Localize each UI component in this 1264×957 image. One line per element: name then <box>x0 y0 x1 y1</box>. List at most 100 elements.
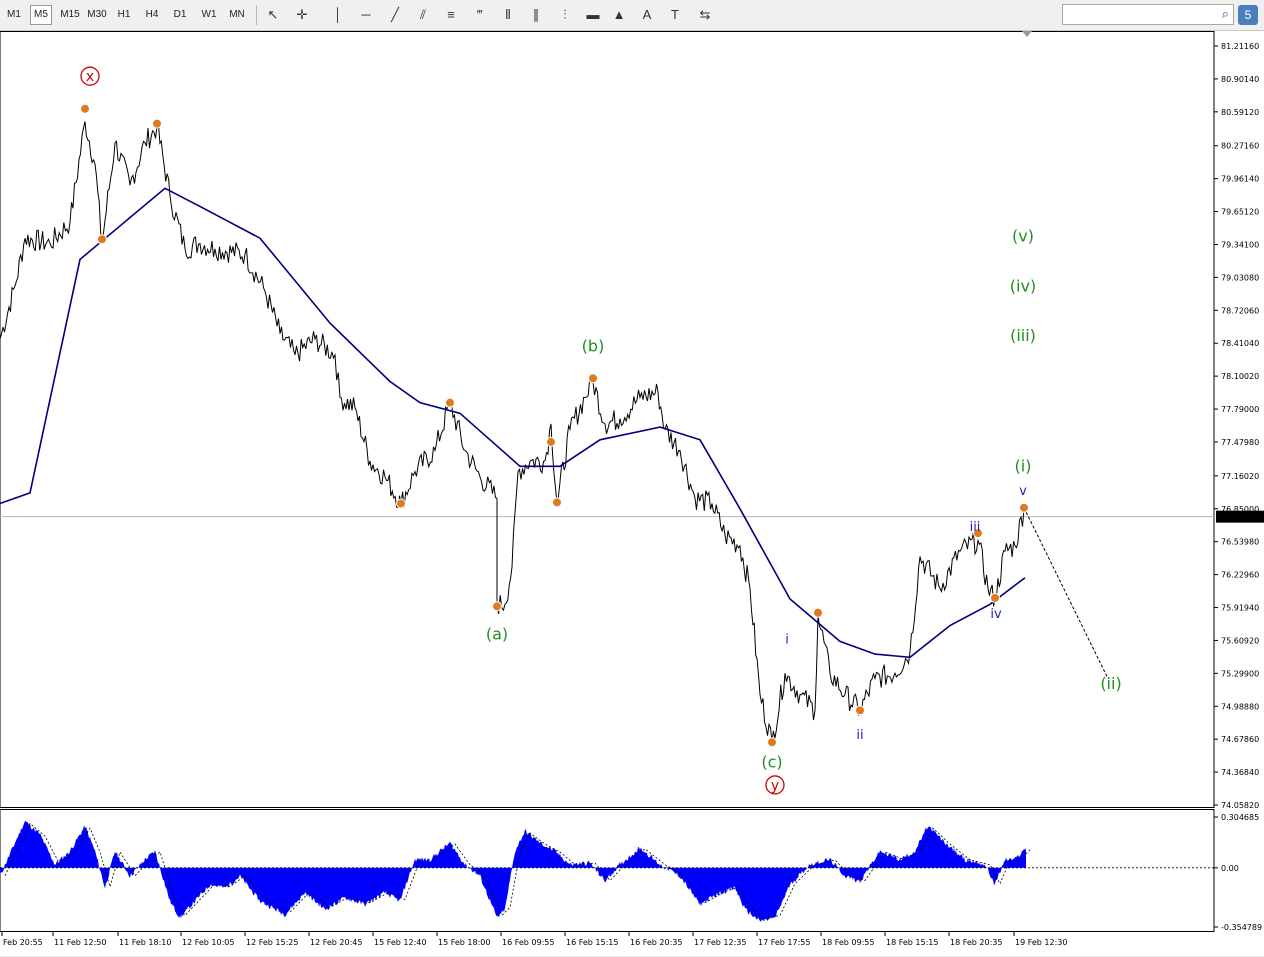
time-axis-label: 16 Feb 09:55 <box>502 938 554 947</box>
price-axis-label: 74.05820 <box>1221 801 1259 810</box>
wave-label: ii <box>856 728 863 743</box>
account-icon[interactable]: 5 <box>1238 5 1258 25</box>
price-axis-label: 74.36840 <box>1221 768 1259 777</box>
pivot-marker <box>97 234 107 245</box>
price-axis-label: 80.90140 <box>1221 75 1259 84</box>
timeframe-h1-button[interactable]: H1 <box>113 5 135 25</box>
oscillator-axis-label: -0.354789 <box>1221 923 1262 932</box>
pivot-marker <box>492 601 502 612</box>
fibonacci-fan-icon[interactable]: ‴ <box>470 5 490 25</box>
time-axis-label: 18 Feb 20:35 <box>950 938 1002 947</box>
time-axis-label: 16 Feb 15:15 <box>566 938 618 947</box>
pivot-marker <box>990 592 1000 603</box>
wave-label: (b) <box>582 337 605 356</box>
pivot-marker <box>588 373 598 384</box>
time-axis-label: 11 Feb 12:50 <box>54 938 106 947</box>
horizontal-line-icon[interactable]: ─ <box>356 5 376 25</box>
price-axis-label: 76.22960 <box>1221 571 1259 580</box>
wave-label: (a) <box>486 624 508 643</box>
time-axis-label: 15 Feb 12:40 <box>374 938 426 947</box>
price-axis-label: 77.47980 <box>1221 438 1259 447</box>
timeframe-mn-button[interactable]: MN <box>225 5 249 25</box>
equidistant-channel-icon[interactable]: ⫽ <box>413 5 433 25</box>
timeframe-m1-button[interactable]: M1 <box>3 5 25 25</box>
wave-label: y <box>771 778 779 794</box>
wave-label: (v) <box>1012 226 1034 245</box>
price-axis-label: 77.79000 <box>1221 405 1259 414</box>
price-axis-label: 80.27160 <box>1221 142 1259 151</box>
wave-label: (ii) <box>1100 674 1121 693</box>
time-axis-label: 17 Feb 17:55 <box>758 938 810 947</box>
arrows-icon[interactable]: ⇆ <box>695 5 715 25</box>
price-axis-label: 79.03080 <box>1221 273 1259 282</box>
triangle-icon[interactable]: ▲ <box>609 5 629 25</box>
price-axis-label: 79.34100 <box>1221 240 1259 249</box>
time-axis-label: 18 Feb 09:55 <box>822 938 874 947</box>
current-price-label: 76.77575 <box>1219 513 1257 522</box>
price-axis-label: 79.96140 <box>1221 175 1259 184</box>
wave-label: (i) <box>1015 457 1032 476</box>
rectangle-icon[interactable]: ▬ <box>583 5 603 25</box>
time-axis-label: 12 Feb 20:45 <box>310 938 362 947</box>
price-axis-label: 75.91940 <box>1221 604 1259 613</box>
timeframe-h4-button[interactable]: H4 <box>141 5 163 25</box>
price-axis-label: 74.67860 <box>1221 735 1259 744</box>
wave-label: x <box>86 69 94 85</box>
wave-label: (iv) <box>1010 276 1036 295</box>
price-axis-label: 76.53980 <box>1221 538 1259 547</box>
pivot-marker <box>80 103 90 114</box>
trendline-icon[interactable]: ╱ <box>385 5 405 25</box>
cursor-icon[interactable]: ↖ <box>263 5 283 25</box>
fibonacci-icon[interactable]: ≡ <box>441 5 461 25</box>
search-icon[interactable]: ⌕ <box>1222 6 1229 22</box>
oscillator-axis-label: 0.00 <box>1221 864 1239 873</box>
price-axis-label: 74.98880 <box>1221 702 1259 711</box>
wave-label: iii <box>970 520 981 535</box>
pivot-marker <box>1019 502 1029 513</box>
pivot-marker <box>767 737 777 748</box>
pivot-marker <box>855 705 865 716</box>
wave-label: v <box>1019 484 1027 499</box>
gann-fan-icon[interactable]: ⫶ <box>555 5 575 25</box>
time-axis-label: 18 Feb 15:15 <box>886 938 938 947</box>
pivot-marker <box>445 397 455 408</box>
pivot-marker <box>552 497 562 508</box>
fibonacci-arcs-icon[interactable]: ∥ <box>526 5 546 25</box>
time-axis-label: 19 Feb 12:30 <box>1015 938 1067 947</box>
oscillator-axis-label: 0.304685 <box>1221 813 1259 822</box>
crosshair-icon[interactable]: ✛ <box>292 5 312 25</box>
text-icon[interactable]: A <box>637 5 657 25</box>
search-input[interactable]: ⌕ <box>1062 4 1234 25</box>
pivot-marker <box>152 118 162 129</box>
price-axis-label: 78.41040 <box>1221 339 1259 348</box>
price-axis-label: 77.16020 <box>1221 472 1259 481</box>
pivot-marker <box>546 436 556 447</box>
vertical-line-icon[interactable]: │ <box>328 5 348 25</box>
price-axis-label: 78.10020 <box>1221 372 1259 381</box>
wave-label: (iii) <box>1010 326 1036 345</box>
toolbar-divider <box>256 5 257 25</box>
timeframe-m30-button[interactable]: M30 <box>84 5 110 25</box>
pivot-marker <box>396 498 406 509</box>
price-axis-label: 81.21160 <box>1221 42 1259 51</box>
fibonacci-time-icon[interactable]: ⦀ <box>498 5 518 25</box>
price-axis-label: 75.29900 <box>1221 669 1259 678</box>
price-axis-label: 78.72060 <box>1221 306 1259 315</box>
time-axis-label: 12 Feb 10:05 <box>182 938 234 947</box>
time-axis-label: 11 Feb 18:10 <box>119 938 171 947</box>
timeframe-m5-button[interactable]: M5 <box>30 5 52 25</box>
time-axis-label: 17 Feb 12:35 <box>694 938 746 947</box>
price-chart[interactable]: 81.21160 80.90140 80.59120 80.27160 79.96140… <box>0 31 1264 957</box>
timeframe-d1-button[interactable]: D1 <box>169 5 191 25</box>
wave-label: (c) <box>761 753 782 772</box>
price-axis-label: 80.59120 <box>1221 108 1259 117</box>
wave-label: iv <box>990 607 1002 622</box>
timeframe-m15-button[interactable]: M15 <box>57 5 83 25</box>
price-axis-label: 75.60920 <box>1221 636 1259 645</box>
time-axis-label: 15 Feb 18:00 <box>438 938 490 947</box>
time-axis-label: 16 Feb 20:35 <box>630 938 682 947</box>
price-pane-frame <box>0 31 1215 808</box>
timeframe-w1-button[interactable]: W1 <box>198 5 220 25</box>
toolbar: M1 M5 M15 M30 H1 H4 D1 W1 MN ↖ ✛ │ ─ ╱ ⫽ ≡ ‴ ⦀ ∥ ⫶ ▬ ▲ A T ⇆ ⌕ … <box>0 0 1264 31</box>
text-label-icon[interactable]: T <box>665 5 685 25</box>
